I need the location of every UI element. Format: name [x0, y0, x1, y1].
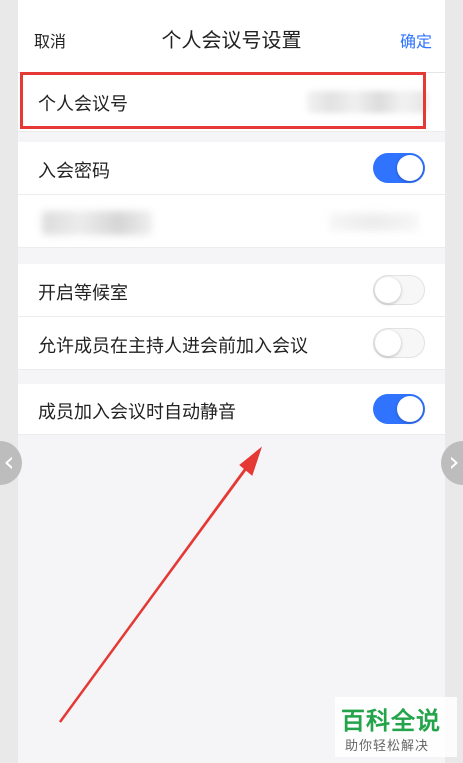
arrow-shaft — [58, 467, 248, 723]
watermark-sub-text: 助你轻松解决 — [345, 739, 430, 754]
watermark-main-text: 百科全说 — [341, 707, 441, 735]
annotation-arrow — [58, 446, 263, 723]
watermark-logo: 百科全说 助你轻松解决 — [335, 697, 457, 757]
